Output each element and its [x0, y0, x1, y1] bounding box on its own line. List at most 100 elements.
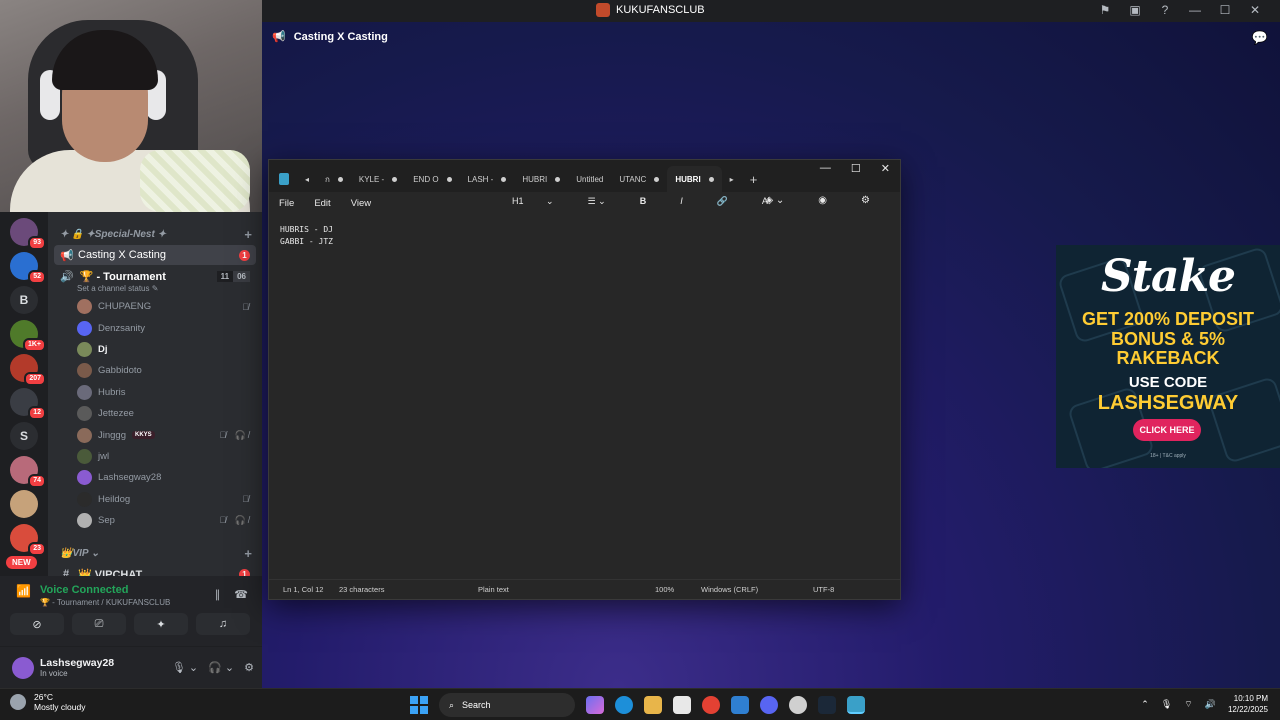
- screen-share-button[interactable]: ⎚: [72, 613, 126, 635]
- channel-vipchat[interactable]: # 👑 VIPCHAT 1: [54, 564, 256, 576]
- server-icon[interactable]: 52: [10, 252, 46, 284]
- store-app-icon[interactable]: [673, 696, 691, 714]
- server-icon[interactable]: 74: [10, 456, 46, 488]
- server-icon[interactable]: S: [10, 422, 38, 450]
- inbox-icon[interactable]: ▣: [1128, 3, 1142, 17]
- account-icon[interactable]: ◉: [818, 195, 827, 206]
- voice-member[interactable]: Jettezee: [48, 403, 262, 424]
- category-special-nest[interactable]: ✦ 🔒 ✦Special-Nest ✦ +: [48, 226, 262, 242]
- weather-widget[interactable]: 26°C Mostly cloudy: [10, 692, 86, 712]
- bold-icon[interactable]: B: [640, 196, 647, 207]
- menu-file[interactable]: File: [279, 198, 294, 209]
- copilot-icon[interactable]: ◈ ⌄: [765, 195, 784, 206]
- maximize-icon[interactable]: ☐: [1218, 3, 1232, 17]
- volume-icon[interactable]: 🔊: [1205, 699, 1216, 710]
- clock[interactable]: 10:10 PM 12/22/2025: [1228, 693, 1268, 715]
- voice-member[interactable]: Denzsanity: [48, 317, 262, 338]
- voice-member[interactable]: Lashsegway28: [48, 467, 262, 488]
- close-icon[interactable]: ✕: [881, 162, 890, 175]
- notepad-tab[interactable]: HUBRI: [667, 166, 722, 192]
- server-icon[interactable]: 93: [10, 218, 46, 250]
- server-icon[interactable]: 207: [10, 354, 46, 386]
- voice-status-title[interactable]: Voice Connected: [40, 584, 170, 596]
- channel-status[interactable]: Set a channel status ✎: [77, 284, 262, 296]
- heading-dropdown[interactable]: H1 ⌄: [512, 196, 554, 207]
- zoom-level[interactable]: 100%: [655, 585, 674, 594]
- voice-channel-tournament[interactable]: 🔊 🏆 - Tournament 11 06: [54, 268, 256, 284]
- notepad-tab[interactable]: LASH -: [460, 166, 515, 192]
- voice-member[interactable]: Hubris: [48, 382, 262, 403]
- obs-app-icon[interactable]: [789, 696, 807, 714]
- noise-suppression-icon[interactable]: ∥: [215, 588, 221, 601]
- notepad-tab[interactable]: HUBRI: [514, 166, 568, 192]
- server-icon[interactable]: B: [10, 286, 38, 314]
- voice-member[interactable]: Gabbidoto: [48, 360, 262, 381]
- microphone-icon[interactable]: 🎙: [1161, 699, 1172, 710]
- voice-member[interactable]: Sep 🎙̸ 🎧̸: [48, 510, 262, 531]
- new-badge[interactable]: NEW: [6, 556, 37, 569]
- discord-app-icon[interactable]: [760, 696, 778, 714]
- notepad-tab[interactable]: END O: [405, 166, 459, 192]
- windows-start-icon[interactable]: [410, 696, 428, 714]
- unsaved-dot-icon[interactable]: [555, 176, 561, 182]
- italic-icon[interactable]: I: [680, 196, 683, 207]
- link-icon[interactable]: 🔗: [717, 196, 728, 207]
- category-vip[interactable]: 👑VIP ⌄ +: [48, 545, 262, 561]
- notepad-tab[interactable]: KYLE -: [351, 166, 405, 192]
- tab-scroll-right[interactable]: ▸: [722, 166, 742, 192]
- chrome-app-icon[interactable]: [702, 696, 720, 714]
- minimize-icon[interactable]: —: [1188, 3, 1202, 17]
- voice-status-subtitle[interactable]: 🏆 - Tournament / KUKUFANSCLUB: [40, 598, 170, 607]
- notepad-app-icon[interactable]: [847, 696, 865, 714]
- server-icon[interactable]: 23: [10, 524, 46, 556]
- mail-app-icon[interactable]: [731, 696, 749, 714]
- copilot-app-icon[interactable]: [586, 696, 604, 714]
- click-here-button[interactable]: CLICK HERE: [1133, 419, 1201, 441]
- maximize-icon[interactable]: ☐: [851, 162, 861, 175]
- wifi-icon[interactable]: ⌔: [1184, 699, 1192, 710]
- stake-ad[interactable]: Stake GET 200% DEPOSIT BONUS & 5% RAKEBA…: [1056, 245, 1280, 468]
- notepad-tab[interactable]: Untitled: [568, 166, 611, 192]
- flag-icon[interactable]: ⚑: [1098, 3, 1112, 17]
- signal-icon[interactable]: 📶: [16, 584, 31, 598]
- gear-icon[interactable]: ⚙: [244, 661, 254, 674]
- menu-view[interactable]: View: [351, 198, 371, 209]
- chevron-up-icon[interactable]: ⌃: [1141, 699, 1149, 710]
- add-channel-icon[interactable]: +: [244, 546, 252, 561]
- username[interactable]: Lashsegway28: [40, 657, 114, 669]
- menu-edit[interactable]: Edit: [314, 198, 330, 209]
- notepad-text-area[interactable]: HUBRIS - DJ GABBI - JTZ: [269, 216, 900, 582]
- close-icon[interactable]: ✕: [1248, 3, 1262, 17]
- voice-member[interactable]: Dj: [48, 339, 262, 360]
- minimize-icon[interactable]: —: [820, 162, 831, 175]
- unsaved-dot-icon[interactable]: [392, 176, 398, 182]
- taskbar-search[interactable]: ⌕ Search: [439, 693, 575, 717]
- activities-button[interactable]: ✦: [134, 613, 188, 635]
- unsaved-dot-icon[interactable]: [446, 176, 452, 182]
- unsaved-dot-icon[interactable]: [708, 176, 714, 182]
- add-channel-icon[interactable]: +: [244, 227, 252, 242]
- new-tab-icon[interactable]: +: [742, 166, 766, 192]
- camera-off-button[interactable]: ⊘: [10, 613, 64, 635]
- voice-member[interactable]: Jinggg KKYS 🎙̸ 🎧̸: [48, 424, 262, 445]
- disconnect-icon[interactable]: ☎: [234, 588, 248, 601]
- server-icon[interactable]: 1K+: [10, 320, 46, 352]
- file-explorer-icon[interactable]: [644, 696, 662, 714]
- tab-scroll-left[interactable]: ◂: [297, 166, 317, 192]
- chat-icon[interactable]: 💬: [1252, 30, 1268, 46]
- list-icon[interactable]: ☰ ⌄: [588, 196, 606, 207]
- voice-member[interactable]: jwl: [48, 446, 262, 467]
- channel-casting[interactable]: 📢 Casting X Casting 1: [54, 245, 256, 265]
- help-icon[interactable]: ?: [1158, 3, 1172, 17]
- server-icon[interactable]: 12: [10, 388, 46, 420]
- avatar[interactable]: [12, 656, 34, 679]
- unsaved-dot-icon[interactable]: [501, 176, 507, 182]
- microphone-icon[interactable]: 🎙 ⌄: [172, 661, 198, 674]
- server-icon[interactable]: [10, 490, 38, 518]
- edge-app-icon[interactable]: [615, 696, 633, 714]
- soundboard-button[interactable]: ♫: [196, 613, 250, 635]
- notepad-tab[interactable]: UTANC: [611, 166, 667, 192]
- tab-partial[interactable]: ก: [317, 166, 351, 192]
- voice-member[interactable]: Heildog 🎙̸: [48, 489, 262, 510]
- gear-icon[interactable]: ⚙: [861, 195, 870, 206]
